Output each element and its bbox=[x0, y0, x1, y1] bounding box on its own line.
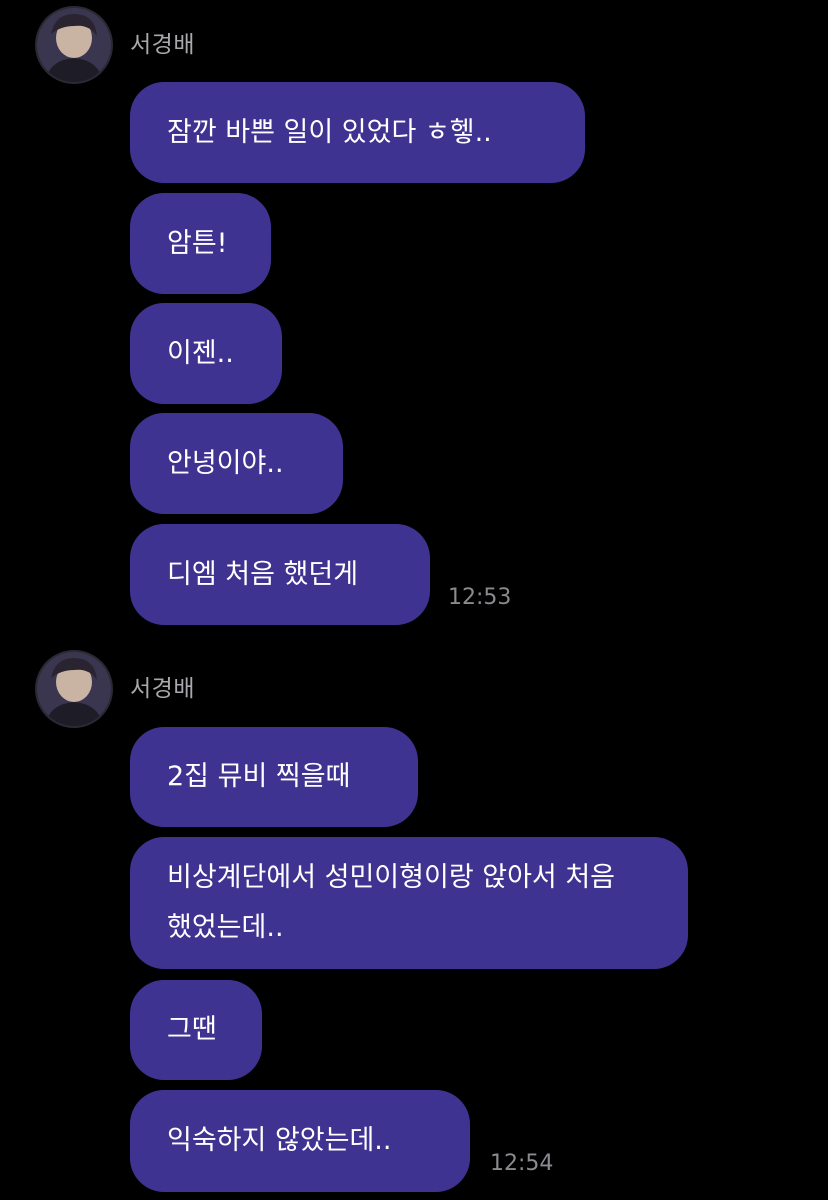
avatar-photo-icon bbox=[37, 652, 111, 726]
message-bubble[interactable]: 이젠.. bbox=[130, 303, 282, 404]
message-bubble[interactable]: 암튼! bbox=[130, 193, 271, 294]
message-timestamp: 12:53 bbox=[448, 585, 512, 610]
message-bubble[interactable]: 그땐 bbox=[130, 980, 262, 1080]
sender-name: 서경배 bbox=[130, 676, 195, 702]
message-bubble[interactable]: 잠깐 바쁜 일이 있었다 ㅎ헿.. bbox=[130, 82, 585, 183]
message-bubble[interactable]: 디엠 처음 했던게 bbox=[130, 524, 430, 625]
message-timestamp: 12:54 bbox=[490, 1151, 554, 1176]
message-bubble[interactable]: 비상계단에서 성민이형이랑 앉아서 처음 했었는데.. bbox=[130, 837, 688, 969]
sender-name: 서경배 bbox=[130, 32, 195, 58]
message-bubble[interactable]: 2집 뮤비 찍을때 bbox=[130, 727, 418, 827]
avatar-photo-icon bbox=[37, 8, 111, 82]
sender-avatar[interactable] bbox=[37, 652, 111, 726]
sender-avatar[interactable] bbox=[37, 8, 111, 82]
message-bubble[interactable]: 익숙하지 않았는데.. bbox=[130, 1090, 470, 1192]
message-bubble[interactable]: 안녕이야.. bbox=[130, 413, 343, 514]
